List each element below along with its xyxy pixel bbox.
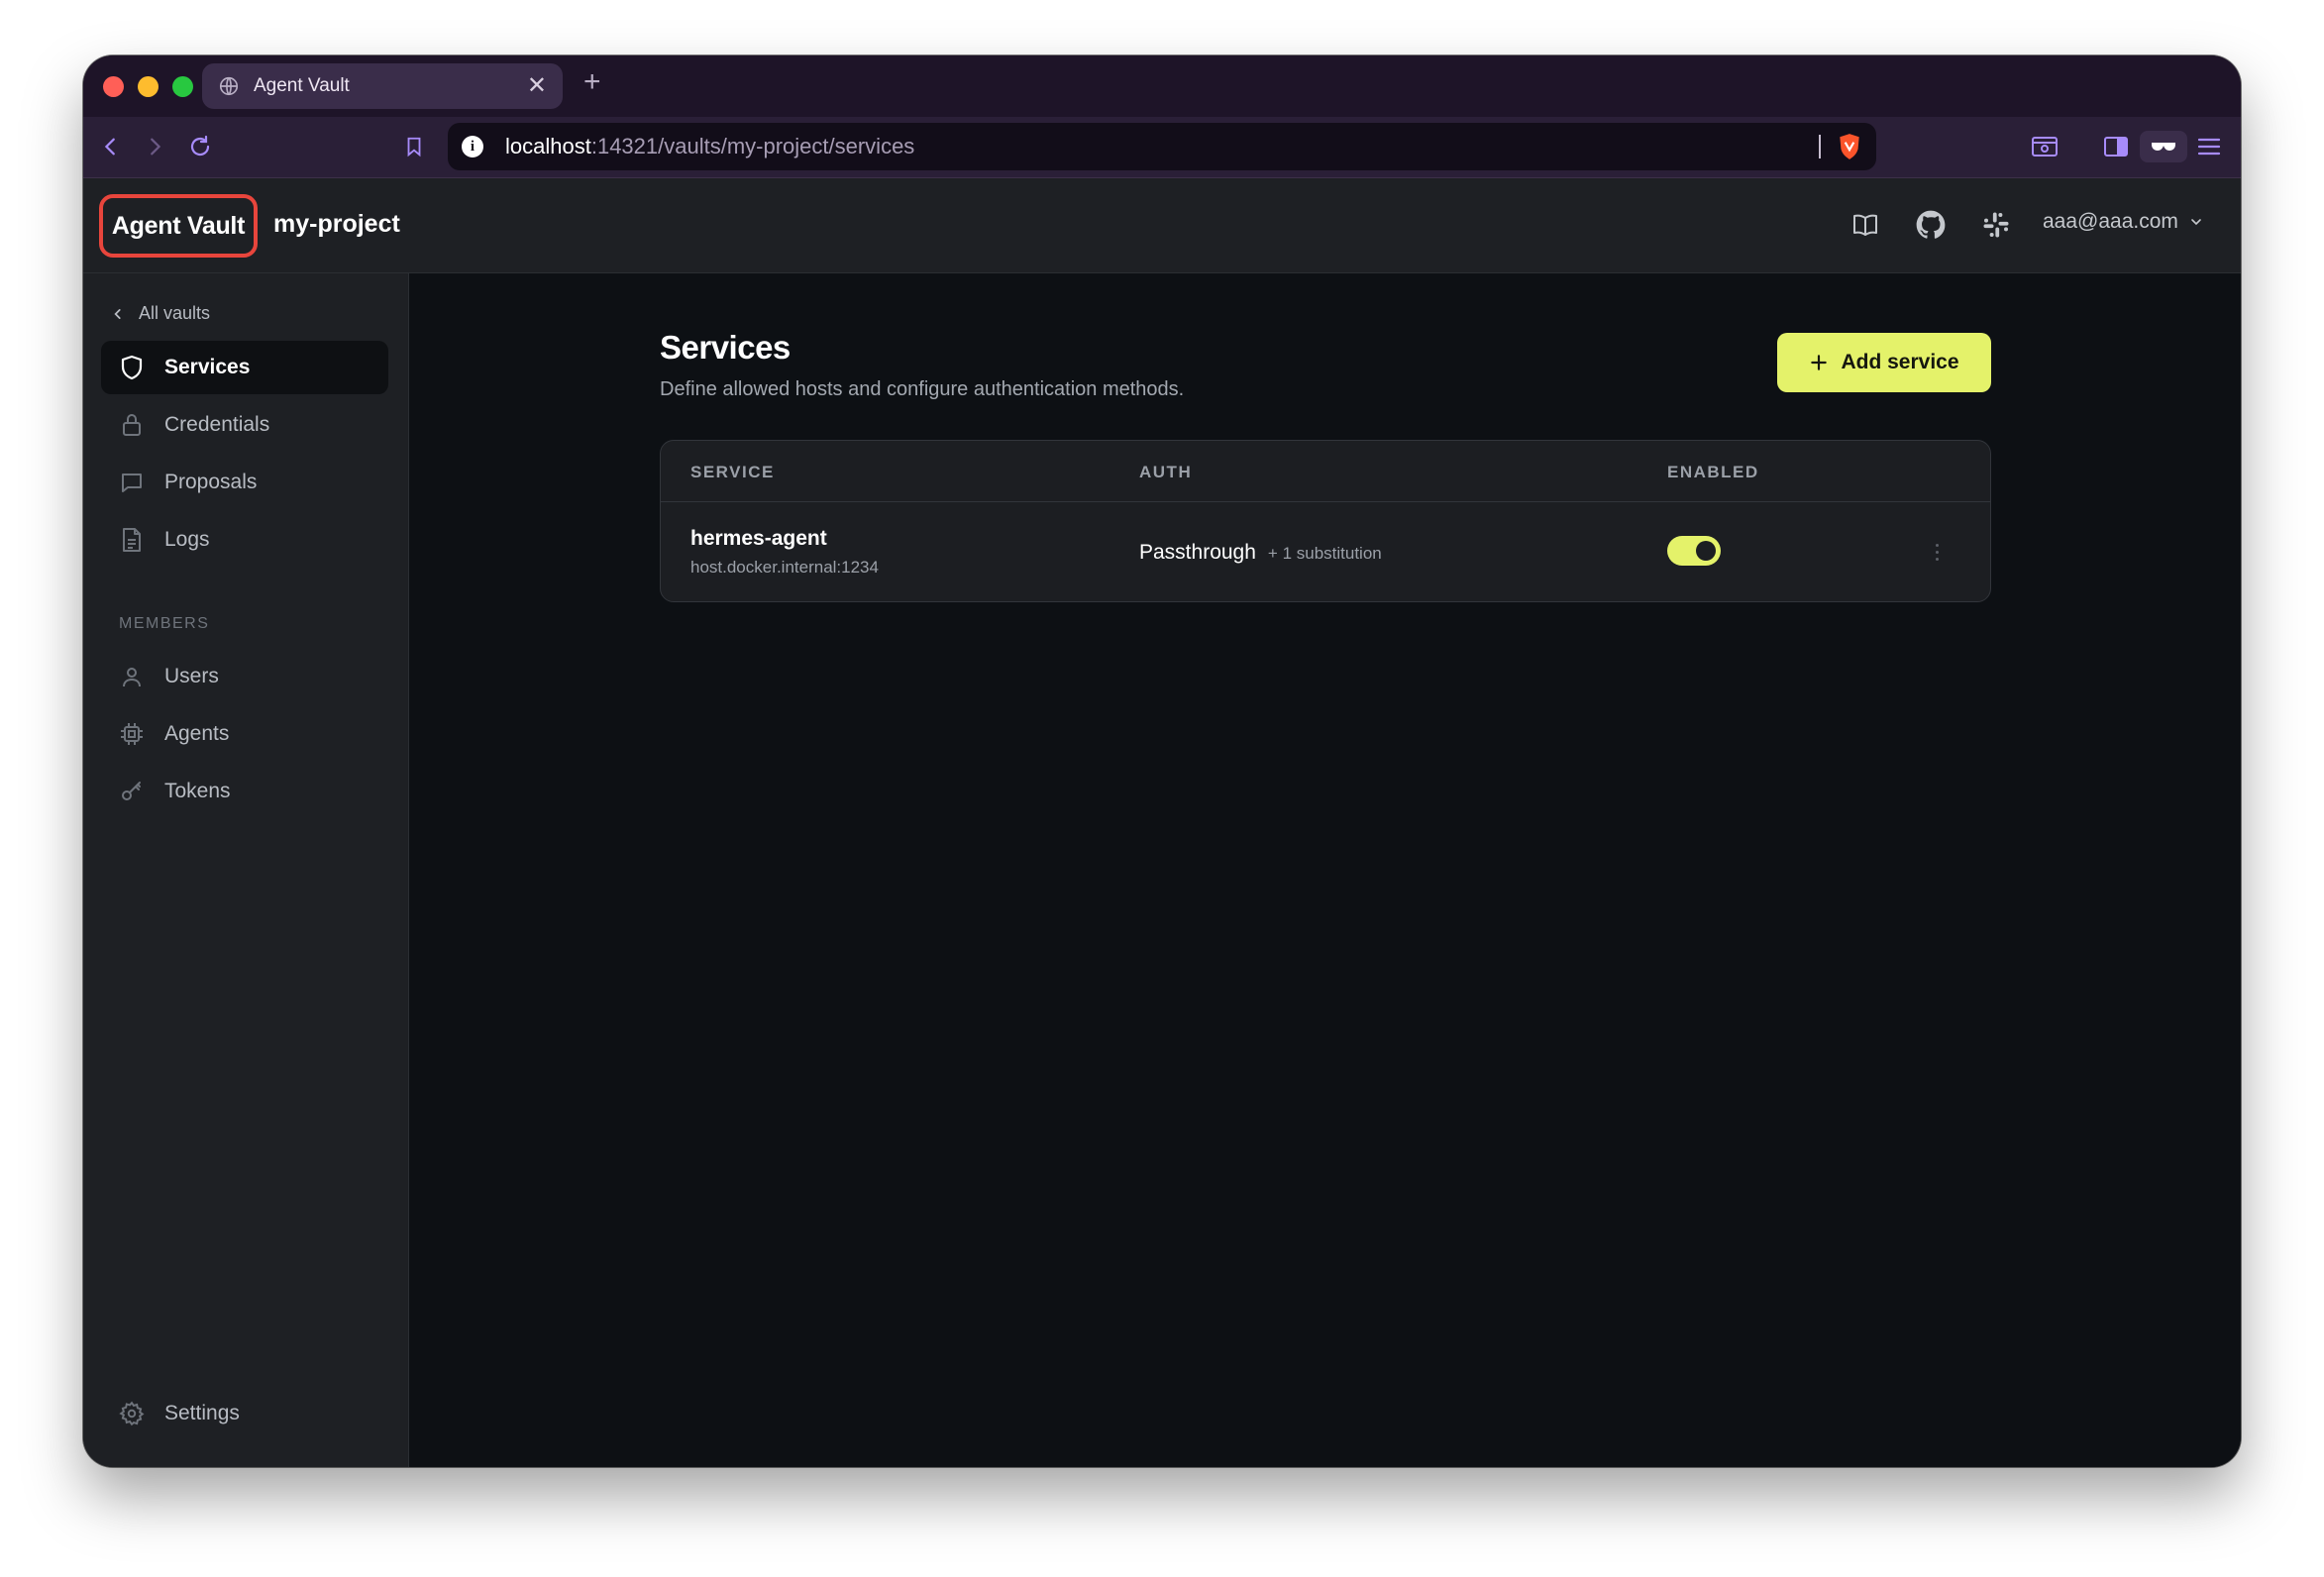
members-section-label: MEMBERS <box>119 615 210 632</box>
column-header-service: SERVICE <box>690 463 775 481</box>
new-tab-button[interactable]: + <box>583 67 601 97</box>
browser-tab[interactable]: Agent Vault ✕ <box>202 63 563 109</box>
table-header: SERVICE AUTH ENABLED <box>661 441 1990 502</box>
sidebar-item-label: Settings <box>164 1402 240 1424</box>
page-subtitle: Define allowed hosts and configure authe… <box>660 378 1185 400</box>
shield-icon <box>119 355 145 380</box>
book-icon[interactable] <box>1849 208 1882 242</box>
slack-icon[interactable] <box>1979 208 2013 242</box>
sidebar-toggle-icon[interactable] <box>2100 131 2132 162</box>
app-logo[interactable]: Agent Vault <box>99 194 258 258</box>
forward-arrow-icon[interactable] <box>139 131 170 162</box>
all-vaults-link[interactable]: All vaults <box>111 303 210 324</box>
url-host: localhost <box>505 134 591 158</box>
message-icon <box>119 470 145 495</box>
sidebar-item-credentials[interactable]: Credentials <box>101 398 388 452</box>
add-service-label: Add service <box>1841 351 1959 373</box>
plus-icon <box>1811 355 1828 370</box>
screenshot-icon[interactable] <box>2029 131 2060 162</box>
services-table: SERVICE AUTH ENABLED hermes-agent host.d… <box>660 440 1991 602</box>
tab-strip: Agent Vault ✕ + <box>83 55 2241 117</box>
user-email: aaa@aaa.com <box>2043 210 2178 233</box>
auth-cell: Passthrough + 1 substitution <box>1139 541 1382 565</box>
sidebar-item-settings[interactable]: Settings <box>101 1387 388 1440</box>
menu-icon[interactable] <box>2193 131 2225 162</box>
maximize-window-button[interactable] <box>172 76 193 97</box>
sidebar-item-label: Tokens <box>164 780 231 802</box>
app-header: Agent Vault my-project aaa@aaa.com <box>83 178 2241 273</box>
user-icon <box>119 664 145 689</box>
url-path: :14321/vaults/my-project/services <box>590 134 915 158</box>
minimize-window-button[interactable] <box>138 76 158 97</box>
browser-toolbar: i localhost:14321/vaults/my-project/serv… <box>83 117 2241 178</box>
sidebar-item-services[interactable]: Services <box>101 341 388 394</box>
gear-icon <box>119 1401 145 1426</box>
sidebar-item-label: Agents <box>164 722 230 745</box>
more-options-icon[interactable] <box>1927 537 1947 567</box>
browser-window: Agent Vault ✕ + i localhost:14321/vaults… <box>83 55 2241 1467</box>
address-bar[interactable]: i localhost:14321/vaults/my-project/serv… <box>448 123 1876 170</box>
table-row[interactable]: hermes-agent host.docker.internal:1234 P… <box>661 503 1990 601</box>
sidebar-item-label: Proposals <box>164 471 258 493</box>
sidebar-item-logs[interactable]: Logs <box>101 513 388 567</box>
service-host: host.docker.internal:1234 <box>690 558 879 577</box>
page-title: Services <box>660 329 791 366</box>
sidebar-item-agents[interactable]: Agents <box>101 707 388 761</box>
tab-close-icon[interactable]: ✕ <box>527 74 547 98</box>
globe-icon <box>219 76 239 96</box>
all-vaults-label: All vaults <box>139 303 211 323</box>
sidebar-item-users[interactable]: Users <box>101 650 388 703</box>
bookmark-icon[interactable] <box>398 131 430 162</box>
sidebar-item-label: Credentials <box>164 413 270 436</box>
document-icon <box>119 527 145 553</box>
main-content: Services Define allowed hosts and config… <box>410 273 2241 1467</box>
toggle-knob <box>1696 541 1716 561</box>
enabled-toggle[interactable] <box>1667 536 1721 566</box>
site-info-icon[interactable]: i <box>462 136 483 158</box>
sidebar: All vaults Services Credentials Proposal… <box>83 273 409 1467</box>
column-header-enabled: ENABLED <box>1667 463 1759 481</box>
column-header-auth: AUTH <box>1139 463 1193 481</box>
sidebar-item-label: Logs <box>164 528 210 551</box>
lock-icon <box>119 412 145 438</box>
auth-substitution-count: + 1 substitution <box>1267 544 1382 563</box>
reload-icon[interactable] <box>184 131 216 162</box>
user-menu[interactable]: aaa@aaa.com <box>2043 210 2204 234</box>
github-icon[interactable] <box>1914 208 1948 242</box>
brave-shield-icon[interactable] <box>1837 133 1862 160</box>
chip-icon <box>119 721 145 747</box>
add-service-button[interactable]: Add service <box>1777 333 1991 392</box>
tab-title: Agent Vault <box>254 75 350 96</box>
service-name[interactable]: hermes-agent <box>690 527 827 551</box>
close-window-button[interactable] <box>103 76 124 97</box>
sidebar-item-proposals[interactable]: Proposals <box>101 456 388 509</box>
project-name[interactable]: my-project <box>273 210 400 239</box>
sidebar-item-label: Services <box>164 356 251 378</box>
back-arrow-icon[interactable] <box>95 131 127 162</box>
auth-type: Passthrough <box>1139 541 1256 564</box>
key-icon <box>119 779 145 804</box>
sidebar-item-tokens[interactable]: Tokens <box>101 765 388 818</box>
chevron-left-icon <box>114 308 121 319</box>
url-divider <box>1819 135 1821 158</box>
chevron-down-icon <box>2191 219 2201 226</box>
private-mode-icon[interactable] <box>2140 131 2187 162</box>
sidebar-item-label: Users <box>164 665 219 687</box>
